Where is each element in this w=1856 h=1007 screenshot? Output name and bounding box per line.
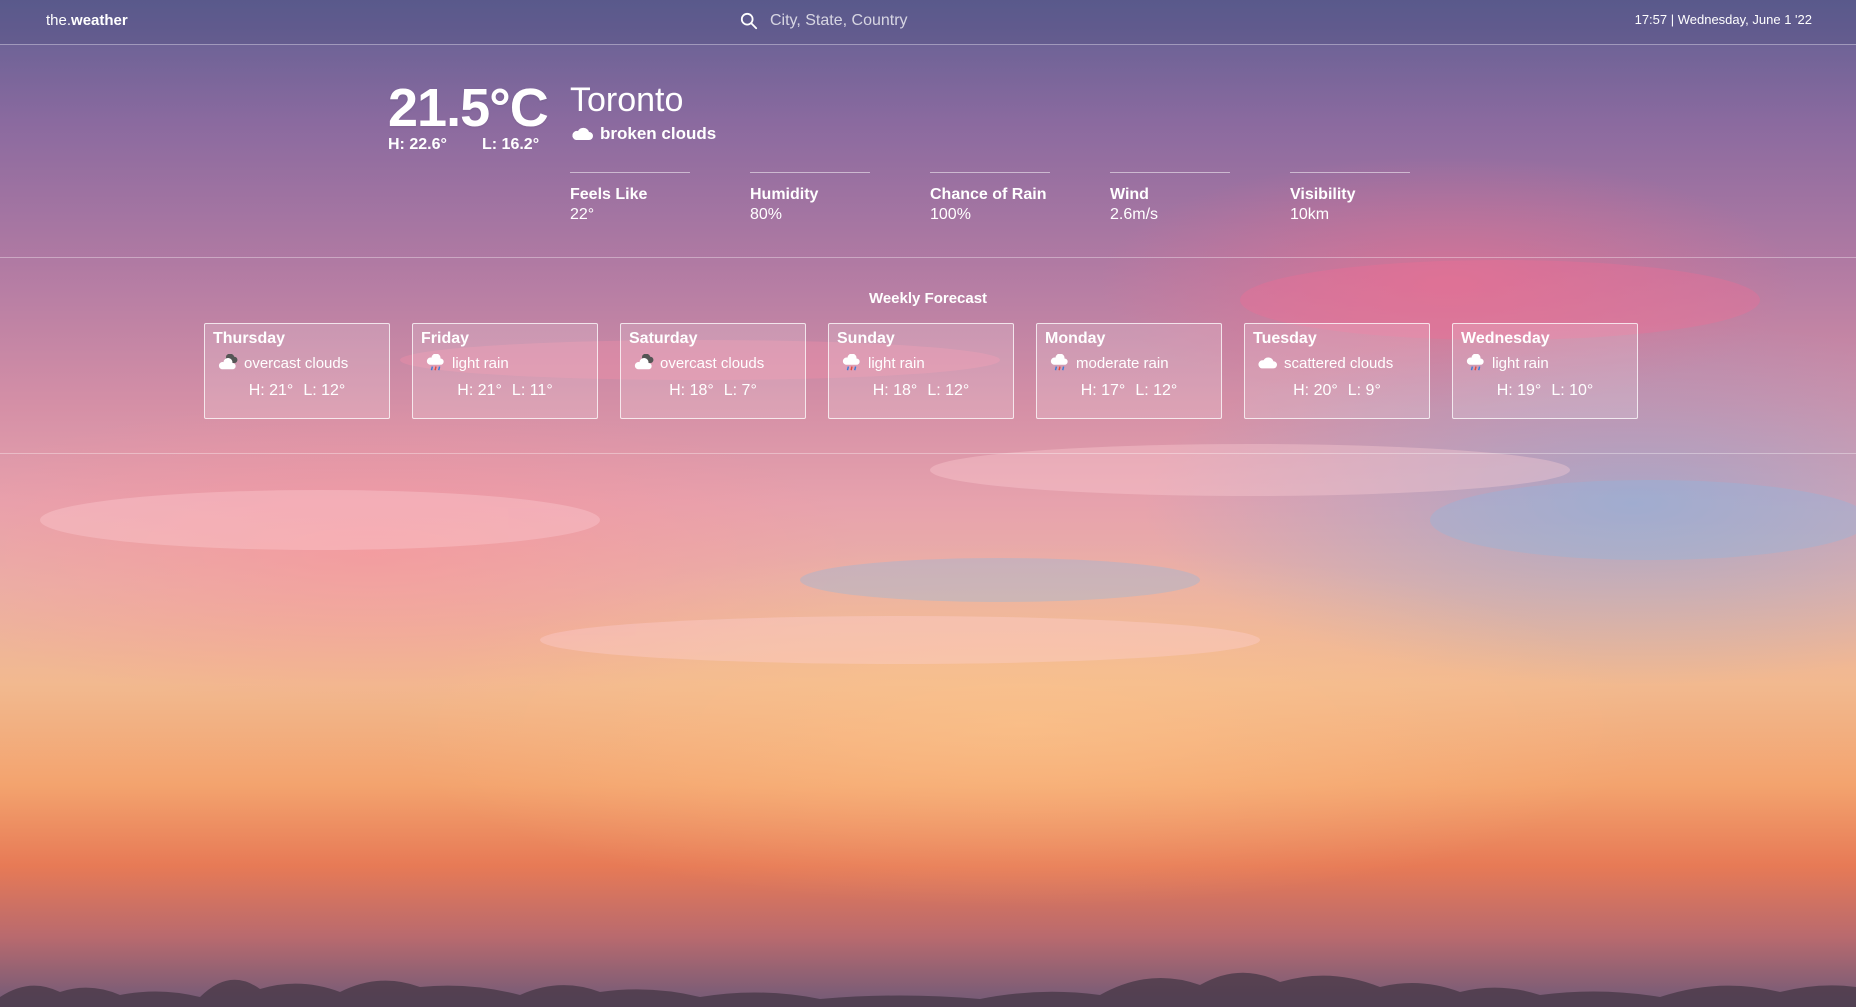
stat-value: 22° bbox=[570, 206, 595, 223]
forecast-condition: light rain bbox=[837, 354, 1005, 372]
forecast-low: L: 11° bbox=[511, 382, 553, 399]
forecast-low: L: 10° bbox=[1551, 382, 1594, 399]
forecast-temps: H: 21° L: 12° bbox=[213, 382, 381, 400]
forecast-card[interactable]: Saturday overcast clouds H: 18° L: 7° bbox=[620, 323, 806, 419]
forecast-high: H: 21° bbox=[248, 382, 294, 399]
stat-visibility: Visibility 10km bbox=[1290, 172, 1410, 224]
rain-cloud-icon bbox=[426, 354, 444, 371]
overcast-cloud-icon bbox=[634, 354, 654, 370]
forecast-card[interactable]: Wednesday light rain H: 19° L: 10° bbox=[1452, 323, 1638, 419]
stat-label: Chance of Rain bbox=[930, 186, 1047, 203]
forecast-condition: overcast clouds bbox=[213, 354, 381, 372]
forecast-temps: H: 18° L: 7° bbox=[629, 382, 797, 400]
forecast-desc: scattered clouds bbox=[1284, 354, 1394, 372]
overcast-cloud-icon bbox=[218, 354, 238, 370]
forecast-desc: moderate rain bbox=[1076, 354, 1169, 372]
forecast-day: Thursday bbox=[213, 330, 286, 347]
stat-value: 10km bbox=[1290, 206, 1330, 223]
forecast-temps: H: 18° L: 12° bbox=[837, 382, 1005, 400]
forecast-day: Sunday bbox=[837, 330, 895, 347]
forecast-card[interactable]: Tuesday scattered clouds H: 20° L: 9° bbox=[1244, 323, 1430, 419]
divider bbox=[0, 44, 1856, 45]
forecast-high: H: 17° bbox=[1080, 382, 1126, 399]
forecast-high: H: 21° bbox=[457, 382, 502, 399]
forecast-low: L: 12° bbox=[927, 382, 970, 399]
stat-label: Feels Like bbox=[570, 186, 648, 203]
forecast-condition: light rain bbox=[421, 354, 589, 372]
forecast-temps: H: 17° L: 12° bbox=[1045, 382, 1213, 400]
forecast-high: H: 19° bbox=[1496, 382, 1542, 399]
city-name: Toronto bbox=[570, 81, 684, 119]
forecast-low: L: 7° bbox=[723, 382, 757, 399]
forecast-day: Wednesday bbox=[1461, 330, 1550, 347]
forecast-day: Friday bbox=[421, 330, 470, 347]
weekly-forecast: Thursday overcast clouds H: 21° L: 12° Fr… bbox=[204, 323, 1638, 419]
forecast-day: Tuesday bbox=[1253, 330, 1317, 347]
cloud-icon bbox=[572, 127, 593, 140]
forecast-temps: H: 19° L: 10° bbox=[1461, 382, 1629, 400]
stat-feels-like: Feels Like 22° bbox=[570, 172, 690, 224]
brand-logo[interactable]: the.weather bbox=[46, 12, 128, 29]
current-temperature-block: 21.5°C H: 22.6° L: 16.2° bbox=[388, 78, 549, 153]
forecast-desc: light rain bbox=[1492, 354, 1549, 372]
stat-label: Visibility bbox=[1290, 186, 1356, 203]
treeline-silhouette bbox=[0, 972, 1856, 1007]
divider bbox=[0, 453, 1856, 454]
stat-label: Humidity bbox=[750, 186, 819, 203]
forecast-card[interactable]: Thursday overcast clouds H: 21° L: 12° bbox=[204, 323, 390, 419]
forecast-day: Saturday bbox=[629, 330, 698, 347]
current-high-low: H: 22.6° L: 16.2° bbox=[388, 136, 548, 154]
stat-humidity: Humidity 80% bbox=[750, 172, 870, 224]
stat-chance-of-rain: Chance of Rain 100% bbox=[930, 172, 1050, 224]
divider bbox=[0, 257, 1856, 258]
rain-cloud-icon bbox=[1466, 354, 1484, 371]
stat-value: 100% bbox=[930, 206, 971, 223]
stat-wind: Wind 2.6m/s bbox=[1110, 172, 1230, 224]
forecast-high: H: 20° bbox=[1293, 382, 1338, 399]
current-high: H: 22.6° bbox=[388, 136, 447, 153]
sky-background bbox=[40, 260, 1856, 664]
rain-cloud-icon bbox=[1050, 354, 1068, 371]
location-block: Toronto broken clouds bbox=[570, 80, 716, 144]
forecast-card[interactable]: Sunday light rain H: 18° L: 12° bbox=[828, 323, 1014, 419]
forecast-card[interactable]: Friday light rain H: 21° L: 11° bbox=[412, 323, 598, 419]
forecast-day: Monday bbox=[1045, 330, 1106, 347]
condition-text: broken clouds bbox=[600, 124, 717, 143]
weather-stats: Feels Like 22° Humidity 80% Chance of Ra… bbox=[570, 172, 1470, 224]
weekly-forecast-title: Weekly Forecast bbox=[868, 290, 988, 307]
forecast-low: L: 12° bbox=[303, 382, 346, 399]
forecast-desc: light rain bbox=[452, 354, 509, 372]
forecast-high: H: 18° bbox=[669, 382, 714, 399]
forecast-desc: overcast clouds bbox=[660, 354, 765, 372]
forecast-condition: scattered clouds bbox=[1253, 354, 1421, 372]
forecast-condition: light rain bbox=[1461, 354, 1629, 372]
current-low: L: 16.2° bbox=[482, 136, 540, 153]
stat-value: 2.6m/s bbox=[1110, 206, 1159, 223]
forecast-condition: moderate rain bbox=[1045, 354, 1213, 372]
forecast-temps: H: 21° L: 11° bbox=[421, 382, 589, 400]
search-icon[interactable] bbox=[740, 12, 758, 30]
forecast-desc: light rain bbox=[868, 354, 925, 372]
top-bar: the.weather 17:57 | Wednesday, June 1 '2… bbox=[0, 0, 1856, 44]
forecast-temps: H: 20° L: 9° bbox=[1253, 382, 1421, 400]
forecast-high: H: 18° bbox=[872, 382, 918, 399]
current-temperature: 21.5°C bbox=[388, 78, 549, 138]
forecast-desc: overcast clouds bbox=[244, 354, 349, 372]
datetime-display: 17:57 | Wednesday, June 1 '22 bbox=[1634, 12, 1812, 27]
search-bar bbox=[740, 9, 1160, 33]
forecast-low: L: 9° bbox=[1347, 382, 1381, 399]
current-condition: broken clouds bbox=[570, 124, 716, 144]
forecast-low: L: 12° bbox=[1135, 382, 1178, 399]
cloud-icon bbox=[1258, 357, 1277, 369]
forecast-condition: overcast clouds bbox=[629, 354, 797, 372]
rain-cloud-icon bbox=[842, 354, 860, 371]
search-input[interactable] bbox=[768, 11, 1132, 31]
stat-label: Wind bbox=[1110, 186, 1149, 203]
forecast-card[interactable]: Monday moderate rain H: 17° L: 12° bbox=[1036, 323, 1222, 419]
stat-value: 80% bbox=[750, 206, 783, 223]
